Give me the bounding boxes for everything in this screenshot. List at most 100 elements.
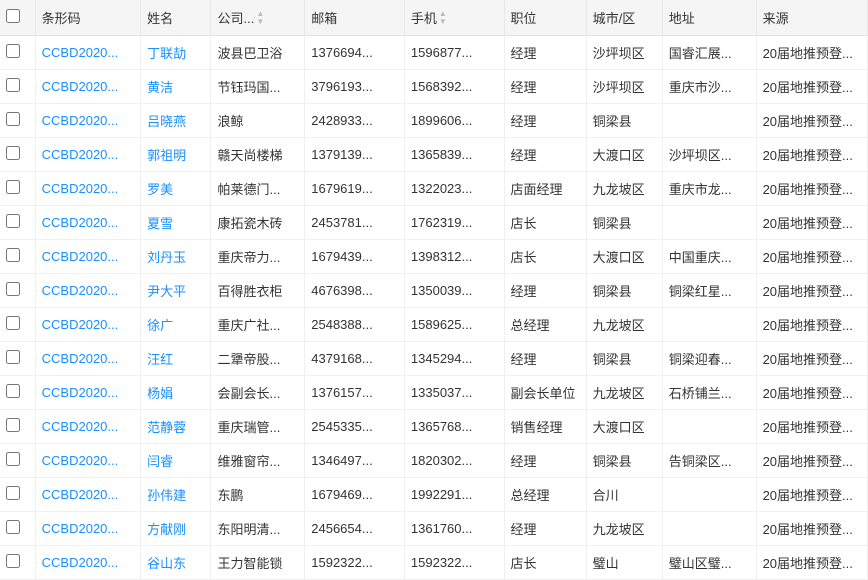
row-phone: 1899606... (404, 104, 504, 138)
row-name[interactable]: 黄洁 (141, 70, 211, 104)
row-address: 铜梁红星... (662, 274, 756, 308)
row-name[interactable]: 吕晓燕 (141, 104, 211, 138)
row-address: 告铜梁区... (662, 444, 756, 478)
row-barcode[interactable]: CCBD2020... (35, 172, 141, 206)
row-checkbox[interactable] (6, 112, 20, 126)
row-barcode[interactable]: CCBD2020... (35, 376, 141, 410)
row-barcode[interactable]: CCBD2020... (35, 342, 141, 376)
row-email: 2453781... (305, 206, 405, 240)
row-name[interactable]: 闫睿 (141, 444, 211, 478)
row-checkbox-cell[interactable] (0, 172, 35, 206)
row-checkbox[interactable] (6, 418, 20, 432)
row-name[interactable]: 杨娟 (141, 376, 211, 410)
row-checkbox[interactable] (6, 350, 20, 364)
row-name[interactable]: 徐广 (141, 308, 211, 342)
row-barcode[interactable]: CCBD2020... (35, 138, 141, 172)
row-name[interactable]: 方献刚 (141, 512, 211, 546)
row-checkbox[interactable] (6, 554, 20, 568)
row-checkbox[interactable] (6, 146, 20, 160)
row-name[interactable]: 尹大平 (141, 274, 211, 308)
table-row: CCBD2020...汪红二犟帝股...4379168...1345294...… (0, 342, 868, 376)
company-sort-icon[interactable]: ▲▼ (256, 10, 264, 26)
row-barcode[interactable]: CCBD2020... (35, 546, 141, 580)
row-email: 1376157... (305, 376, 405, 410)
row-company: 康拓瓷木砖 (211, 206, 305, 240)
row-checkbox[interactable] (6, 248, 20, 262)
select-all-checkbox[interactable] (6, 9, 20, 23)
row-checkbox[interactable] (6, 44, 20, 58)
row-name[interactable]: 刘丹玉 (141, 240, 211, 274)
row-checkbox[interactable] (6, 384, 20, 398)
row-checkbox[interactable] (6, 180, 20, 194)
phone-sort-icon[interactable]: ▲▼ (439, 10, 447, 26)
row-city: 九龙坡区 (586, 376, 662, 410)
row-checkbox-cell[interactable] (0, 240, 35, 274)
row-city: 九龙坡区 (586, 172, 662, 206)
row-checkbox-cell[interactable] (0, 308, 35, 342)
header-company[interactable]: 公司... ▲▼ (211, 0, 305, 36)
row-checkbox-cell[interactable] (0, 104, 35, 138)
row-checkbox[interactable] (6, 452, 20, 466)
row-checkbox[interactable] (6, 520, 20, 534)
row-checkbox-cell[interactable] (0, 138, 35, 172)
row-company: 波县巴卫浴 (211, 36, 305, 70)
row-checkbox[interactable] (6, 78, 20, 92)
row-checkbox-cell[interactable] (0, 274, 35, 308)
row-barcode[interactable]: CCBD2020... (35, 104, 141, 138)
row-name[interactable]: 谷山东 (141, 546, 211, 580)
table-row: CCBD2020...方献刚东阳明清...2456654...1361760..… (0, 512, 868, 546)
row-email: 1679619... (305, 172, 405, 206)
table-row: CCBD2020...徐广重庆广社...2548388...1589625...… (0, 308, 868, 342)
row-checkbox-cell[interactable] (0, 36, 35, 70)
table-row: CCBD2020...丁联劼波县巴卫浴1376694...1596877...经… (0, 36, 868, 70)
row-name[interactable]: 丁联劼 (141, 36, 211, 70)
row-source: 20届地推预登... (756, 172, 867, 206)
row-checkbox[interactable] (6, 486, 20, 500)
row-barcode[interactable]: CCBD2020... (35, 206, 141, 240)
header-checkbox-cell[interactable] (0, 0, 35, 36)
row-barcode[interactable]: CCBD2020... (35, 70, 141, 104)
row-barcode[interactable]: CCBD2020... (35, 410, 141, 444)
row-barcode[interactable]: CCBD2020... (35, 512, 141, 546)
row-address: 国睿汇展... (662, 36, 756, 70)
row-checkbox-cell[interactable] (0, 206, 35, 240)
table-row: CCBD2020...杨娟会副会长...1376157...1335037...… (0, 376, 868, 410)
row-position: 经理 (504, 138, 586, 172)
row-checkbox[interactable] (6, 282, 20, 296)
row-barcode[interactable]: CCBD2020... (35, 478, 141, 512)
row-checkbox-cell[interactable] (0, 512, 35, 546)
row-company: 重庆广社... (211, 308, 305, 342)
row-checkbox[interactable] (6, 214, 20, 228)
row-checkbox-cell[interactable] (0, 546, 35, 580)
row-checkbox-cell[interactable] (0, 444, 35, 478)
row-address (662, 104, 756, 138)
header-phone[interactable]: 手机 ▲▼ (404, 0, 504, 36)
row-checkbox-cell[interactable] (0, 410, 35, 444)
row-name[interactable]: 罗美 (141, 172, 211, 206)
row-name[interactable]: 郭祖明 (141, 138, 211, 172)
row-email: 2456654... (305, 512, 405, 546)
row-address: 沙坪坝区... (662, 138, 756, 172)
row-phone: 1365768... (404, 410, 504, 444)
row-barcode[interactable]: CCBD2020... (35, 240, 141, 274)
row-checkbox-cell[interactable] (0, 478, 35, 512)
row-barcode[interactable]: CCBD2020... (35, 308, 141, 342)
row-city: 九龙坡区 (586, 512, 662, 546)
row-checkbox-cell[interactable] (0, 376, 35, 410)
row-email: 1379139... (305, 138, 405, 172)
table-row: CCBD2020...闫睿维雅窗帘...1346497...1820302...… (0, 444, 868, 478)
row-checkbox-cell[interactable] (0, 342, 35, 376)
row-barcode[interactable]: CCBD2020... (35, 444, 141, 478)
row-address: 重庆市龙... (662, 172, 756, 206)
row-checkbox[interactable] (6, 316, 20, 330)
row-checkbox-cell[interactable] (0, 70, 35, 104)
row-company: 节钰玛国... (211, 70, 305, 104)
row-name[interactable]: 夏雪 (141, 206, 211, 240)
row-barcode[interactable]: CCBD2020... (35, 36, 141, 70)
row-barcode[interactable]: CCBD2020... (35, 274, 141, 308)
row-name[interactable]: 孙伟建 (141, 478, 211, 512)
row-name[interactable]: 汪红 (141, 342, 211, 376)
row-company: 百得胜衣柜 (211, 274, 305, 308)
row-source: 20届地推预登... (756, 512, 867, 546)
row-name[interactable]: 范静蓉 (141, 410, 211, 444)
